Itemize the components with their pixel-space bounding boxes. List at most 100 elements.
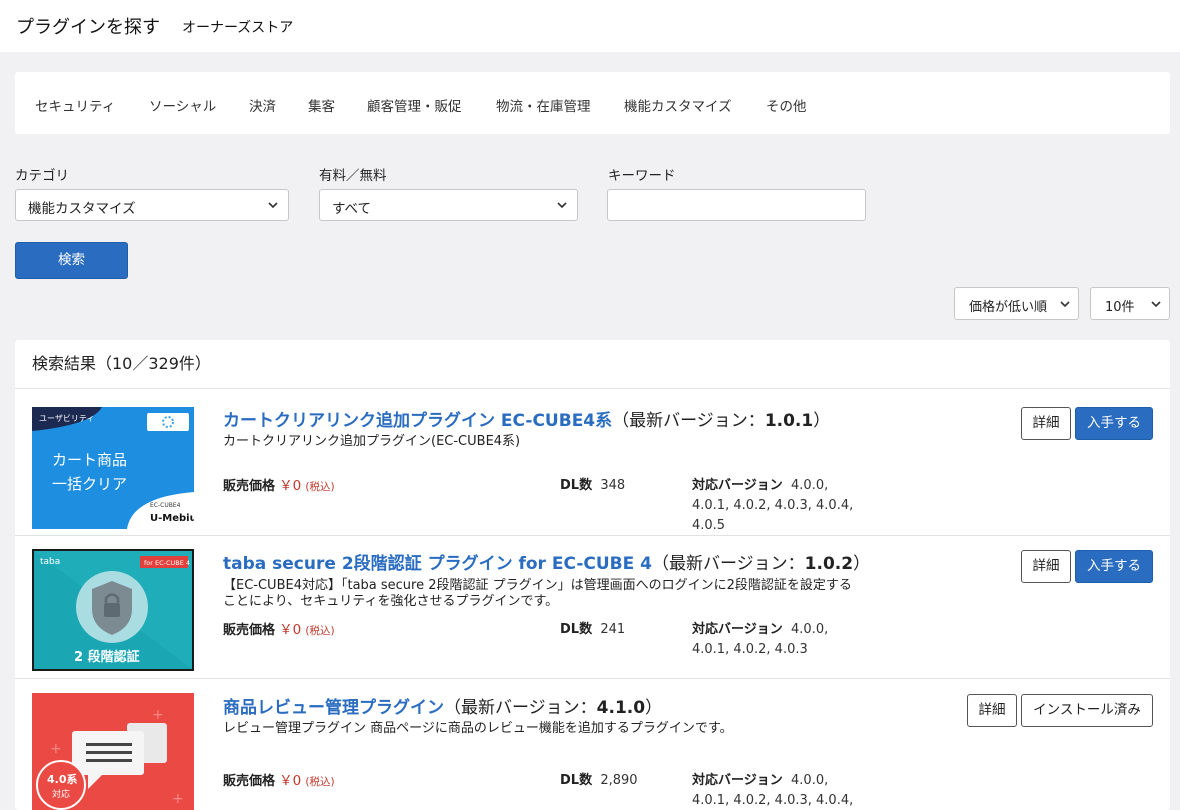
detail-button[interactable]: 詳細 xyxy=(1021,550,1071,583)
latest-version-prefix: （最新バージョン： xyxy=(444,698,597,718)
category-link-marketing[interactable]: 集客 xyxy=(308,95,335,115)
category-select-value: 機能カスタマイズ xyxy=(28,201,136,217)
latest-version-prefix: （最新バージョン： xyxy=(652,554,805,574)
thumb-tag: ユーザビリティ xyxy=(39,414,94,423)
thumb-badge-top: EC-CUBE4 xyxy=(150,502,181,509)
category-link-logistics[interactable]: 物流・在庫管理 xyxy=(496,95,591,115)
price-info: 販売価格 ￥0 (税込) xyxy=(223,771,335,792)
dl-value: 2,890 xyxy=(600,773,638,788)
price-label: 販売価格 xyxy=(223,479,276,494)
page-title: プラグインを探す xyxy=(16,17,160,38)
price-info: 販売価格 ￥0 (税込) xyxy=(223,620,335,641)
plugin-name-link[interactable]: taba secure 2段階認証 プラグイン for EC-CUBE 4 xyxy=(223,554,652,574)
thumb-badge-top: 4.0系 xyxy=(47,772,78,786)
price-select[interactable]: すべて xyxy=(319,189,578,221)
plugin-list-item: + + + 4.0系 対応 商品レビュー管理プラグイン（最新バージョン：4.1.… xyxy=(15,679,1170,810)
keyword-label: キーワード xyxy=(608,168,676,184)
plugin-title: カートクリアリンク追加プラグイン EC-CUBE4系（最新バージョン：1.0.1… xyxy=(223,406,830,431)
chevron-down-icon xyxy=(557,202,567,209)
download-info: DL数 348 xyxy=(560,476,625,496)
chevron-down-icon xyxy=(268,202,278,209)
compat-info: 対応バージョン 4.0.0, 4.0.1, 4.0.2, 4.0.3, 4.0.… xyxy=(692,476,862,536)
plugin-list-item: for EC-CUBE 4 taba 2 段階認証 taba secure 2段… xyxy=(15,536,1170,679)
detail-button[interactable]: 詳細 xyxy=(1021,407,1071,440)
tax-label: (税込) xyxy=(305,481,335,493)
thumb-badge-bottom: 対応 xyxy=(52,788,70,800)
per-page-value: 10件 xyxy=(1105,300,1135,315)
keyword-input[interactable] xyxy=(607,189,866,221)
compat-label: 対応バージョン xyxy=(692,478,783,493)
plugin-description: 【EC-CUBE4対応】「taba secure 2段階認証 プラグイン」は管理… xyxy=(223,578,852,609)
dl-label: DL数 xyxy=(560,773,593,788)
category-select[interactable]: 機能カスタマイズ xyxy=(15,189,289,221)
price-info: 販売価格 ￥0 (税込) xyxy=(223,476,335,497)
results-heading: 検索結果（10／329件） xyxy=(15,340,1170,389)
category-link-social[interactable]: ソーシャル xyxy=(149,95,216,115)
results-panel: 検索結果（10／329件） ユーザビリティ カート商品 一括クリア EC-CUB… xyxy=(15,340,1170,810)
latest-version: 1.0.2 xyxy=(804,554,854,574)
get-button[interactable]: 入手する xyxy=(1075,407,1153,440)
plugin-description: カートクリアリンク追加プラグイン(EC-CUBE4系) xyxy=(223,434,521,449)
svg-text:+: + xyxy=(152,707,164,723)
category-link-other[interactable]: その他 xyxy=(766,95,807,115)
price-filter-label: 有料／無料 xyxy=(319,168,387,184)
price-value: ￥0 xyxy=(279,622,302,638)
dl-value: 241 xyxy=(600,622,626,637)
get-button[interactable]: 入手する xyxy=(1075,550,1153,583)
category-nav: セキュリティ ソーシャル 決済 集客 顧客管理・販促 物流・在庫管理 機能カスタ… xyxy=(15,72,1170,134)
tax-label: (税込) xyxy=(305,625,335,637)
category-link-crm[interactable]: 顧客管理・販促 xyxy=(367,95,462,115)
latest-version: 4.1.0 xyxy=(596,698,646,718)
category-link-payment[interactable]: 決済 xyxy=(249,95,276,115)
price-select-value: すべて xyxy=(332,201,372,217)
page-header: プラグインを探す オーナーズストア xyxy=(0,0,1180,52)
category-link-security[interactable]: セキュリティ xyxy=(35,95,115,115)
search-button[interactable]: 検索 xyxy=(15,242,128,279)
detail-button[interactable]: 詳細 xyxy=(967,694,1017,727)
compat-line2: 4.0.1, 4.0.2, 4.0.3 xyxy=(692,642,808,657)
dl-label: DL数 xyxy=(560,622,593,637)
installed-button[interactable]: インストール済み xyxy=(1021,694,1153,727)
compat-line1: 4.0.0, xyxy=(791,773,829,788)
svg-text:+: + xyxy=(50,741,62,757)
thumb-line2: 一括クリア xyxy=(52,475,127,493)
chevron-down-icon xyxy=(1151,301,1161,308)
latest-version-prefix: （最新バージョン： xyxy=(612,411,765,431)
plugin-list-item: ユーザビリティ カート商品 一括クリア EC-CUBE4 U-Mebius カー… xyxy=(15,390,1170,536)
dl-value: 348 xyxy=(600,478,626,493)
compat-info: 対応バージョン 4.0.0, 4.0.1, 4.0.2, 4.0.3 xyxy=(692,620,862,660)
compat-line2: 4.0.1, 4.0.2, 4.0.3, 4.0.4, xyxy=(692,793,854,808)
latest-version-suffix: ） xyxy=(813,411,831,431)
plugin-thumbnail: for EC-CUBE 4 taba 2 段階認証 xyxy=(32,549,194,671)
compat-info: 対応バージョン 4.0.0, 4.0.1, 4.0.2, 4.0.3, 4.0.… xyxy=(692,771,862,810)
thumb-brand: taba xyxy=(40,557,60,567)
sort-order-select[interactable]: 価格が低い順 xyxy=(954,287,1079,320)
download-info: DL数 2,890 xyxy=(560,771,638,791)
latest-version: 1.0.1 xyxy=(764,411,814,431)
tax-label: (税込) xyxy=(305,776,335,788)
thumb-caption: 2 段階認証 xyxy=(74,649,140,665)
compat-line3: 4.0.5 xyxy=(692,518,726,533)
category-link-customize[interactable]: 機能カスタマイズ xyxy=(624,95,732,115)
plugin-title: taba secure 2段階認証 プラグイン for EC-CUBE 4（最新… xyxy=(223,549,870,574)
compat-line2: 4.0.1, 4.0.2, 4.0.3, 4.0.4, xyxy=(692,498,854,513)
plugin-thumbnail: ユーザビリティ カート商品 一括クリア EC-CUBE4 U-Mebius xyxy=(32,407,194,529)
price-label: 販売価格 xyxy=(223,774,276,789)
chevron-down-icon xyxy=(1060,301,1070,308)
thumb-badge-bottom: U-Mebius xyxy=(150,513,194,524)
compat-line1: 4.0.0, xyxy=(791,622,829,637)
plugin-name-link[interactable]: 商品レビュー管理プラグイン xyxy=(223,698,444,718)
thumb-badge: for EC-CUBE 4 xyxy=(144,559,190,567)
price-label: 販売価格 xyxy=(223,623,276,638)
price-value: ￥0 xyxy=(279,478,302,494)
price-value: ￥0 xyxy=(279,773,302,789)
download-info: DL数 241 xyxy=(560,620,625,640)
thumb-line1: カート商品 xyxy=(52,451,127,469)
plugin-description: レビュー管理プラグイン 商品ページに商品のレビュー機能を追加するプラグインです。 xyxy=(223,721,733,736)
compat-label: 対応バージョン xyxy=(692,773,783,788)
per-page-select[interactable]: 10件 xyxy=(1090,287,1170,320)
latest-version-suffix: ） xyxy=(645,698,663,718)
plugin-thumbnail: + + + 4.0系 対応 xyxy=(32,693,194,810)
plugin-name-link[interactable]: カートクリアリンク追加プラグイン EC-CUBE4系 xyxy=(223,411,612,431)
plugin-title: 商品レビュー管理プラグイン（最新バージョン：4.1.0） xyxy=(223,693,662,718)
